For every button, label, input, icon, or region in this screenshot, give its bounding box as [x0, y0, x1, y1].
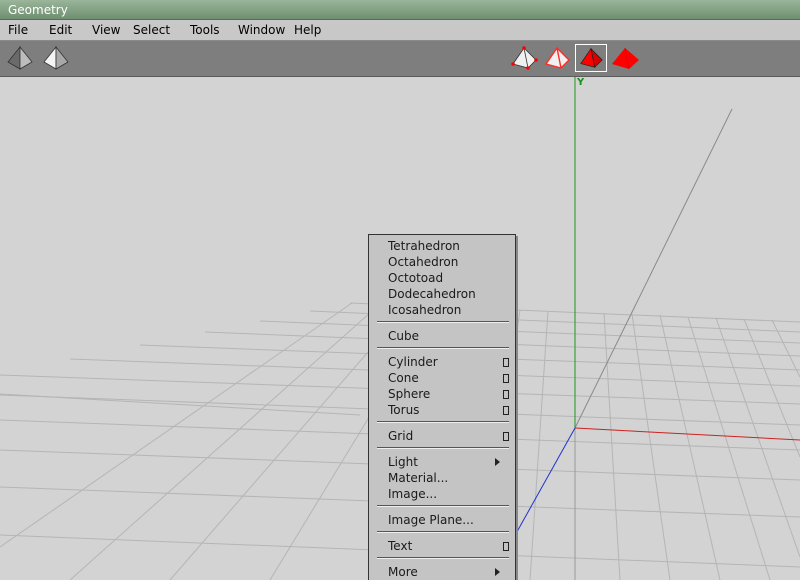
menu-item-label: Cone: [388, 371, 419, 385]
y-axis-label: Y: [577, 77, 585, 88]
white-pyramid-icon[interactable]: [40, 44, 72, 72]
menu-separator: [377, 531, 509, 533]
menu-item-label: Sphere: [388, 387, 431, 401]
face-select-icon[interactable]: [575, 44, 607, 72]
menu-item-label: Material...: [388, 471, 449, 485]
menu-item-label: Tetrahedron: [388, 239, 460, 253]
menu-separator: [377, 321, 509, 323]
menu-item-grid[interactable]: Grid: [369, 428, 515, 444]
option-box-icon[interactable]: [503, 374, 509, 383]
menu-item-text[interactable]: Text: [369, 538, 515, 554]
add-geometry-popup-menu: Tetrahedron Octahedron Octotoad Dodecahe…: [368, 234, 516, 580]
menu-separator: [377, 557, 509, 559]
menu-separator: [377, 421, 509, 423]
menu-item-label: Image...: [388, 487, 438, 501]
menu-item-label: Icosahedron: [388, 303, 462, 317]
menu-item-more[interactable]: More: [369, 564, 515, 580]
menu-item-label: Cube: [388, 329, 419, 343]
vertex-select-icon[interactable]: [508, 44, 540, 72]
option-box-icon[interactable]: [503, 432, 509, 441]
menu-item-label: Octotoad: [388, 271, 444, 285]
menu-file[interactable]: File: [8, 20, 28, 41]
menu-item-octotoad[interactable]: Octotoad: [369, 270, 515, 286]
menu-bar: File Edit View Select Tools Window Help: [0, 20, 800, 41]
menu-item-material[interactable]: Material...: [369, 470, 515, 486]
menu-item-label: Dodecahedron: [388, 287, 476, 301]
menu-item-label: Cylinder: [388, 355, 438, 369]
menu-item-dodecahedron[interactable]: Dodecahedron: [369, 286, 515, 302]
menu-item-torus[interactable]: Torus: [369, 402, 515, 418]
menu-tools[interactable]: Tools: [190, 20, 220, 41]
menu-item-label: Image Plane...: [388, 513, 474, 527]
submenu-arrow-icon: [495, 458, 500, 466]
window-title-bar: Geometry: [0, 0, 800, 20]
menu-item-label: Octahedron: [388, 255, 459, 269]
option-box-icon[interactable]: [503, 542, 509, 551]
menu-item-octahedron[interactable]: Octahedron: [369, 254, 515, 270]
menu-separator: [377, 347, 509, 349]
menu-item-cone[interactable]: Cone: [369, 370, 515, 386]
menu-window[interactable]: Window: [238, 20, 285, 41]
menu-item-image[interactable]: Image...: [369, 486, 515, 502]
menu-help[interactable]: Help: [294, 20, 321, 41]
menu-edit[interactable]: Edit: [49, 20, 72, 41]
menu-separator: [377, 505, 509, 507]
menu-item-label: Text: [388, 539, 413, 553]
menu-item-icosahedron[interactable]: Icosahedron: [369, 302, 515, 318]
shaded-pyramid-icon[interactable]: [4, 44, 36, 72]
menu-select[interactable]: Select: [133, 20, 170, 41]
menu-view[interactable]: View: [92, 20, 120, 41]
window-title: Geometry: [8, 3, 68, 17]
option-box-icon[interactable]: [503, 390, 509, 399]
menu-item-label: Grid: [388, 429, 414, 443]
option-box-icon[interactable]: [503, 358, 509, 367]
menu-item-label: Torus: [388, 403, 420, 417]
menu-item-sphere[interactable]: Sphere: [369, 386, 515, 402]
menu-separator: [377, 447, 509, 449]
menu-item-image-plane[interactable]: Image Plane...: [369, 512, 515, 528]
toolbar: [0, 41, 800, 77]
option-box-icon[interactable]: [503, 406, 509, 415]
menu-item-cylinder[interactable]: Cylinder: [369, 354, 515, 370]
menu-item-tetrahedron[interactable]: Tetrahedron: [369, 238, 515, 254]
menu-item-label: Light: [388, 455, 418, 469]
submenu-arrow-icon: [495, 568, 500, 576]
edge-select-icon[interactable]: [541, 44, 573, 72]
body-select-icon[interactable]: [609, 44, 641, 72]
menu-item-label: More: [388, 565, 418, 579]
menu-item-cube[interactable]: Cube: [369, 328, 515, 344]
menu-item-light[interactable]: Light: [369, 454, 515, 470]
